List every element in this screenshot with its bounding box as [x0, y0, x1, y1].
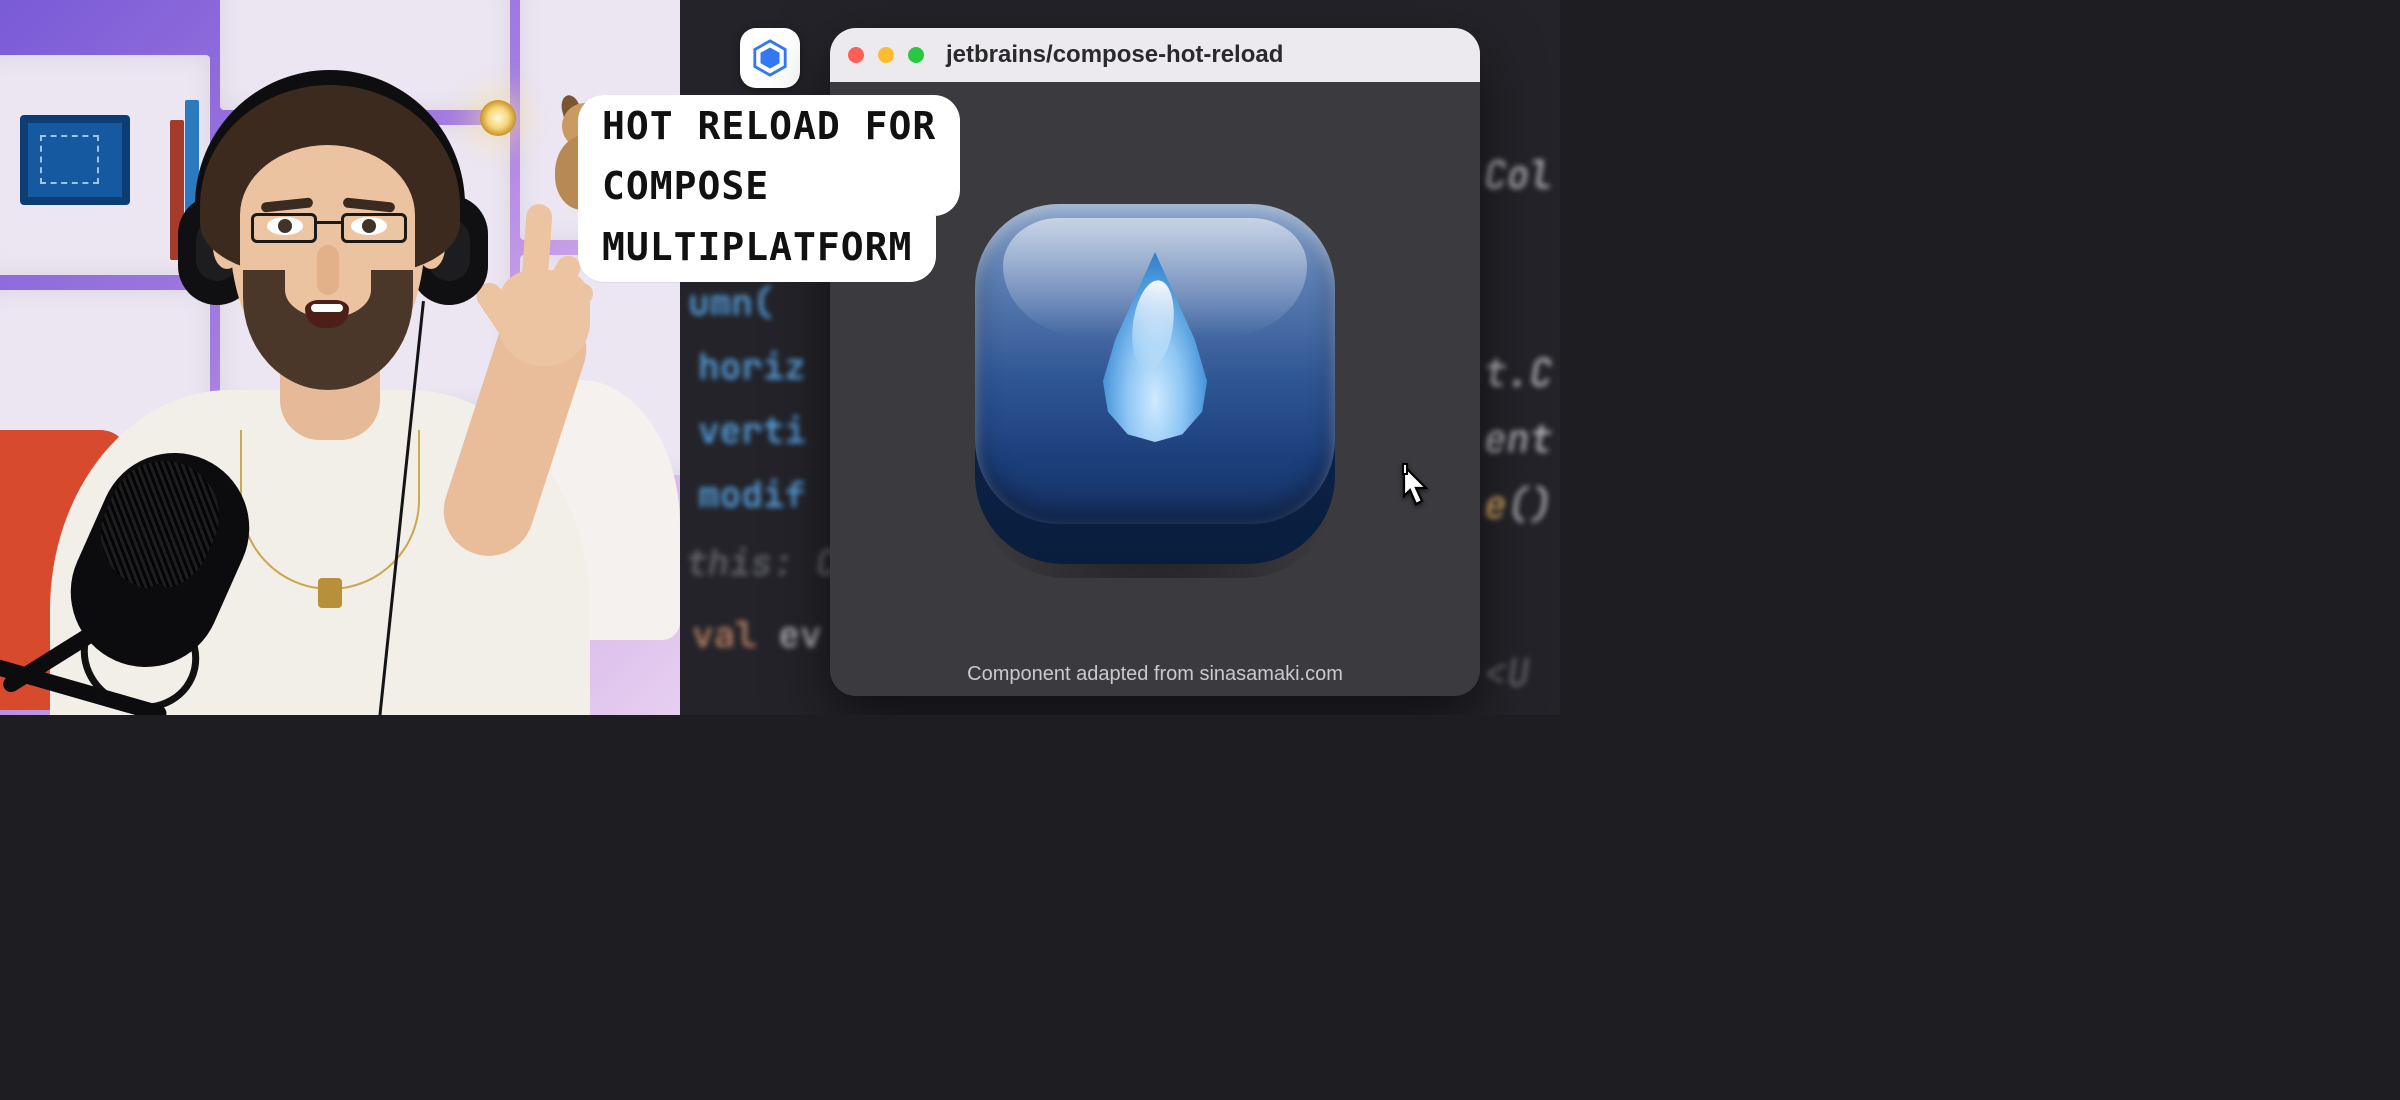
window-titlebar[interactable]: jetbrains/compose-hot-reload [830, 28, 1480, 82]
editor-code-right-edge: Col t.C ent e() <U [1484, 0, 1560, 715]
code-param: verti [698, 406, 806, 454]
code-frag: e() [1484, 480, 1552, 530]
code-frag: Col [1484, 150, 1552, 200]
code-frag: <U [1484, 648, 1530, 698]
aqua-button[interactable] [975, 204, 1335, 574]
jetbrains-toolbox-icon[interactable] [740, 28, 800, 88]
code-param: horiz [698, 342, 806, 390]
code-fragment: umn( [688, 278, 774, 326]
minimize-icon[interactable] [878, 47, 894, 63]
video-title-overlay: HOT RELOAD FOR COMPOSE MULTIPLATFORM [578, 95, 960, 282]
title-line-1: HOT RELOAD FOR [578, 95, 960, 155]
title-line-3: MULTIPLATFORM [578, 216, 936, 282]
window-title: jetbrains/compose-hot-reload [946, 41, 1283, 69]
pointer-cursor-icon [1390, 462, 1434, 512]
microphone [0, 420, 280, 715]
credit-text: Component adapted from sinasamaki.com [830, 663, 1480, 686]
code-param: modif [698, 470, 806, 518]
zoom-icon[interactable] [908, 47, 924, 63]
close-icon[interactable] [848, 47, 864, 63]
water-drop-icon [1093, 252, 1217, 442]
title-line-2: COMPOSE [578, 155, 960, 217]
code-val: val ev [692, 610, 822, 658]
code-frag: ent [1484, 414, 1552, 464]
code-frag: t.C [1484, 348, 1552, 398]
